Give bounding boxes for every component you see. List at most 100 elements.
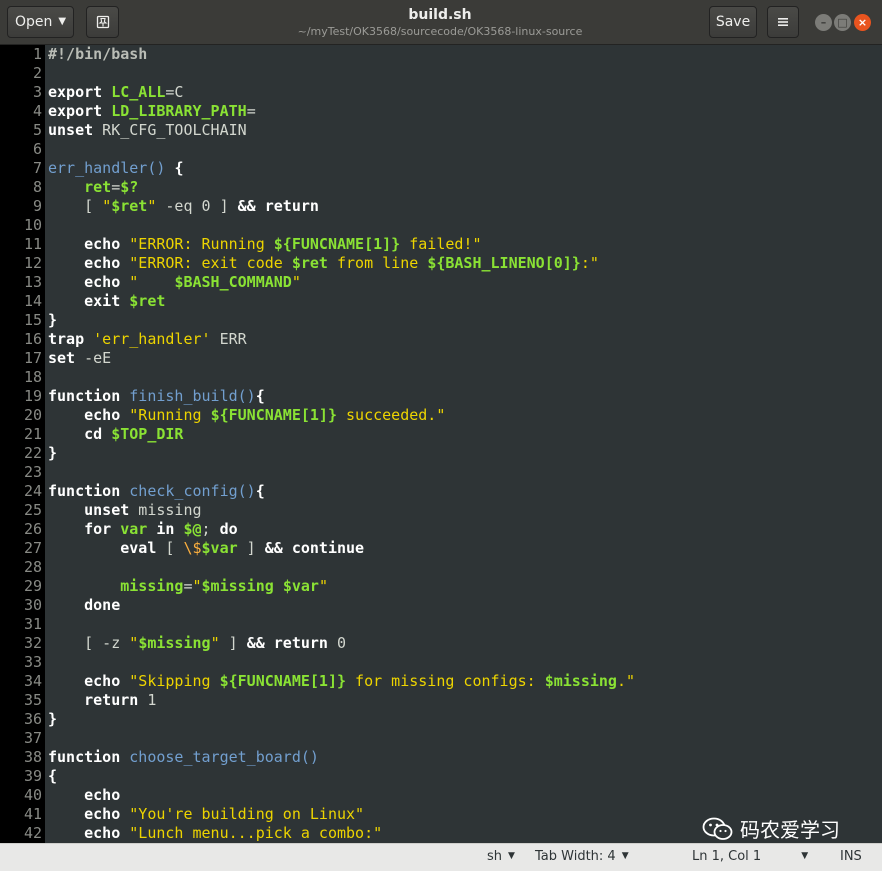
code-token: return (84, 691, 139, 709)
line-number: 1 (32, 45, 42, 63)
code-token: echo (84, 786, 121, 804)
status-bar: sh ▼ Tab Width: 4 ▼ Ln 1, Col 1 ▼ INS (0, 843, 882, 871)
code-token: } (48, 311, 58, 329)
code-line: echo "Skipping ${FUNCNAME[1]} for missin… (48, 672, 882, 691)
menu-button[interactable] (767, 6, 799, 38)
line-number: 19 (23, 387, 42, 405)
code-token: $missing (201, 577, 274, 595)
line-number: 11 (23, 235, 42, 253)
code-token: LC_ALL (111, 83, 166, 101)
cursor-position-selector[interactable]: Ln 1, Col 1 ▼ (692, 849, 808, 864)
line-number: 35 (23, 691, 42, 709)
code-token: ; (201, 520, 220, 538)
line-number: 31 (23, 615, 42, 633)
code-token: unset (84, 501, 130, 519)
code-token: 1 (138, 691, 157, 709)
code-token: " (291, 273, 301, 291)
code-token: for missing configs: (346, 672, 545, 690)
line-number: 41 (23, 805, 42, 823)
insert-mode-label: INS (840, 849, 862, 864)
code-token: { (48, 767, 58, 785)
language-selector[interactable]: sh ▼ (487, 849, 515, 864)
code-token: function (48, 748, 121, 766)
line-number: 30 (23, 596, 42, 614)
code-token: $missing (544, 672, 617, 690)
line-number: 2 (32, 64, 42, 82)
code-line: [ -z "$missing" ] && return 0 (48, 634, 882, 653)
code-line: function choose_target_board() (48, 748, 882, 767)
code-line: for var in $@; do (48, 520, 882, 539)
code-token: err_handler() (48, 159, 166, 177)
code-token: { (255, 482, 265, 500)
code-line: echo "Running ${FUNCNAME[1]} succeeded." (48, 406, 882, 425)
code-token: for (84, 520, 112, 538)
close-button[interactable]: × (854, 14, 871, 31)
code-token: = (111, 178, 121, 196)
code-token: ret (84, 178, 112, 196)
code-token: echo (84, 805, 121, 823)
code-token: " (192, 577, 202, 595)
maximize-button[interactable]: □ (834, 14, 851, 31)
watermark-text: 码农爱学习 (740, 818, 840, 842)
code-token: -eq 0 ] (156, 197, 238, 215)
code-token: done (84, 596, 121, 614)
code-line: done (48, 596, 882, 615)
line-number: 6 (32, 140, 42, 158)
code-token: ${BASH_LINENO[0]} (427, 254, 581, 272)
language-label: sh (487, 849, 503, 864)
code-line: [ "$ret" -eq 0 ] && return (48, 197, 882, 216)
code-editor[interactable]: 1 2 3 4 5 6 7 8 9 10 11 12 13 14 15 16 17 18 19 20 21 22 23 24 2… (0, 45, 882, 843)
code-token: echo (84, 235, 121, 253)
window-subtitle: ~/myTest/OK3568/sourcecode/OK3568-linux-… (297, 25, 583, 38)
code-token: trap (48, 330, 85, 348)
line-number: 28 (23, 558, 42, 576)
code-line: echo "ERROR: Running ${FUNCNAME[1]} fail… (48, 235, 882, 254)
code-token: { (174, 159, 184, 177)
minimize-button[interactable]: – (815, 14, 832, 31)
code-token: export (48, 83, 103, 101)
code-token: $BASH_COMMAND (174, 273, 292, 291)
save-button[interactable]: Save (709, 6, 757, 38)
tab-width-selector[interactable]: Tab Width: 4 ▼ (535, 849, 629, 864)
code-token: "Running (129, 406, 211, 424)
code-token: [ (156, 539, 184, 557)
code-text-area[interactable]: #!/bin/bash export LC_ALL=C export LD_LIBR… (48, 45, 882, 843)
open-button[interactable]: Open ▼ (7, 6, 74, 38)
code-token: [ (48, 197, 103, 215)
code-token: "Lunch menu...pick a combo:" (129, 824, 383, 842)
insert-mode-indicator[interactable]: INS (840, 849, 862, 864)
code-line: function check_config(){ (48, 482, 882, 501)
code-line: eval [ \$$var ] && continue (48, 539, 882, 558)
code-token: $missing (138, 634, 211, 652)
code-token: function (48, 482, 121, 500)
line-number: 3 (32, 83, 42, 101)
pin-tab-button[interactable] (86, 6, 119, 38)
line-number: 38 (23, 748, 42, 766)
code-token: "ERROR: exit code (129, 254, 292, 272)
code-token: } (48, 444, 58, 462)
window-title: build.sh (408, 7, 472, 23)
open-button-label: Open (14, 14, 53, 30)
code-token: succeeded." (337, 406, 446, 424)
code-token: return (264, 197, 319, 215)
line-number: 4 (32, 102, 42, 120)
code-token: ." (616, 672, 636, 690)
line-number: 40 (23, 786, 42, 804)
line-number: 15 (23, 311, 42, 329)
